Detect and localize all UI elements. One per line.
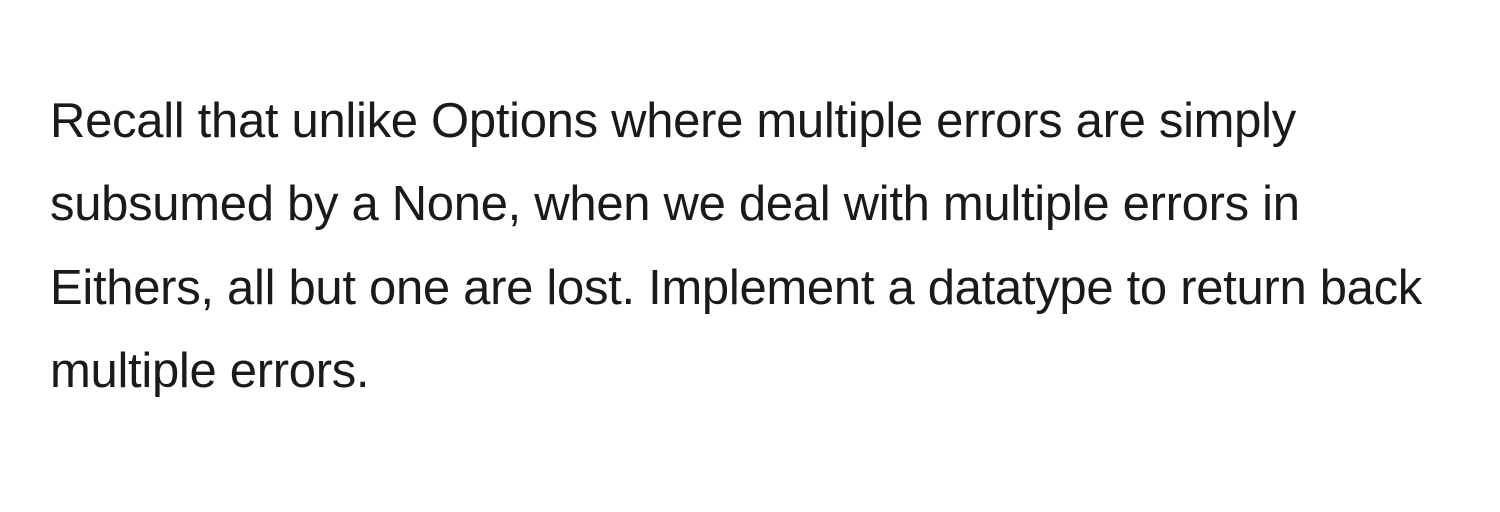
- body-text: Recall that unlike Options where multipl…: [50, 80, 1450, 413]
